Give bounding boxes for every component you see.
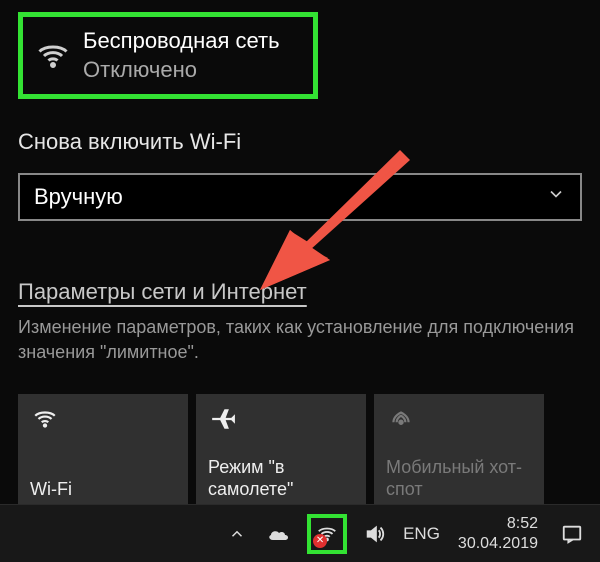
airplane-mode-tile[interactable]: Режим "в самолете": [196, 394, 366, 509]
wireless-network-block[interactable]: Беспроводная сеть Отключено: [18, 12, 318, 99]
mobile-hotspot-tile[interactable]: Мобильный хот-спот: [374, 394, 544, 509]
volume-icon[interactable]: [361, 520, 389, 548]
clock-time: 8:52: [458, 514, 538, 533]
wifi-icon: [31, 34, 75, 78]
hotspot-tile-label: Мобильный хот-спот: [386, 456, 532, 501]
wifi-tile[interactable]: Wi-Fi: [18, 394, 188, 509]
dropdown-value: Вручную: [34, 184, 123, 210]
notifications-icon[interactable]: [558, 520, 586, 548]
no-connection-badge: ✕: [313, 534, 327, 548]
wifi-icon: [30, 406, 176, 436]
network-settings-description: Изменение параметров, таких как установл…: [18, 315, 582, 365]
language-indicator[interactable]: ENG: [403, 524, 440, 544]
hotspot-icon: [386, 406, 532, 436]
wireless-title: Беспроводная сеть: [83, 27, 280, 56]
clock[interactable]: 8:52 30.04.2019: [458, 514, 538, 552]
tray-expand-icon[interactable]: [223, 520, 251, 548]
quick-action-tiles: Wi-Fi Режим "в самолете" Мобильный хот-с…: [18, 394, 582, 509]
airplane-tile-label: Режим "в самолете": [208, 456, 354, 501]
clock-date: 30.04.2019: [458, 534, 538, 553]
reenable-wifi-label: Снова включить Wi-Fi: [18, 129, 582, 155]
taskbar: ✕ ENG 8:52 30.04.2019: [0, 504, 600, 562]
network-settings-link[interactable]: Параметры сети и Интернет: [18, 279, 307, 305]
system-tray: ✕ ENG 8:52 30.04.2019: [223, 505, 586, 562]
wifi-tile-label: Wi-Fi: [30, 478, 176, 501]
network-tray-icon[interactable]: ✕: [307, 514, 347, 554]
onedrive-icon[interactable]: [265, 520, 293, 548]
chevron-down-icon: [546, 184, 566, 210]
reenable-dropdown[interactable]: Вручную: [18, 173, 582, 221]
airplane-icon: [208, 406, 354, 436]
wireless-status: Отключено: [83, 56, 280, 85]
